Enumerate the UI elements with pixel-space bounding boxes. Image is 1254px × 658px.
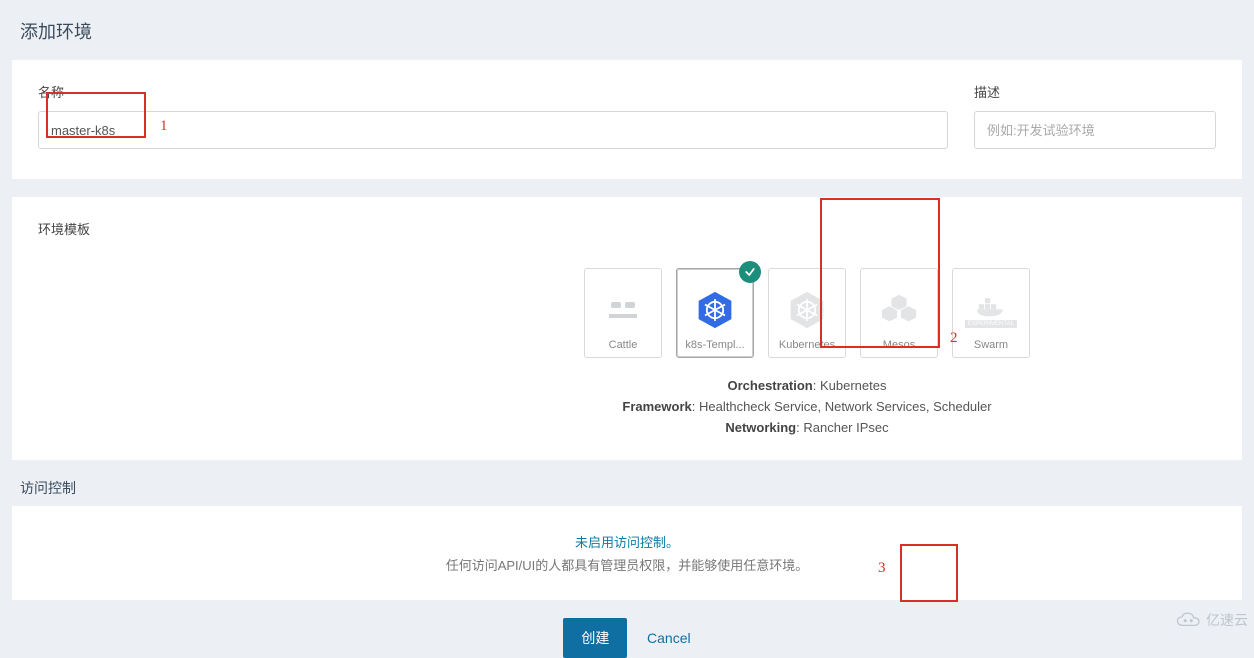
template-row: Cattle <box>398 268 1216 358</box>
template-card-kubernetes[interactable]: Kubernetes <box>768 268 846 358</box>
template-label: Swarm <box>974 339 1008 351</box>
template-card-swarm[interactable]: EXPERIMENTAL Swarm <box>952 268 1030 358</box>
access-control-link[interactable]: 未启用访问控制。 <box>38 532 1216 551</box>
orchestration-value: Kubernetes <box>820 378 887 393</box>
template-label: k8s-Templ... <box>685 339 744 351</box>
name-label: 名称 <box>38 82 948 101</box>
networking-value: Rancher IPsec <box>803 420 888 435</box>
experimental-badge: EXPERIMENTAL <box>965 320 1017 328</box>
kubernetes-icon <box>786 289 828 331</box>
access-control-title: 访问控制 <box>20 478 1234 498</box>
template-label: Cattle <box>609 339 638 351</box>
template-label: Mesos <box>883 339 915 351</box>
access-control-subtext: 任何访问API/UI的人都具有管理员权限，并能够使用任意环境。 <box>38 555 1216 574</box>
template-card-mesos[interactable]: Mesos <box>860 268 938 358</box>
mesos-icon <box>878 289 920 331</box>
page-title: 添加环境 <box>0 0 1254 60</box>
template-card-cattle[interactable]: Cattle <box>584 268 662 358</box>
orchestration-label: Orchestration <box>728 378 813 393</box>
framework-value: Healthcheck Service, Network Services, S… <box>699 399 992 414</box>
cloud-icon <box>1176 611 1202 629</box>
template-meta: Orchestration: Kubernetes Framework: Hea… <box>398 376 1216 438</box>
template-card-k8s-template[interactable]: k8s-Templ... <box>676 268 754 358</box>
swarm-icon: EXPERIMENTAL <box>970 289 1012 331</box>
kubernetes-icon <box>694 289 736 331</box>
create-button[interactable]: 创建 <box>563 618 627 658</box>
check-icon <box>739 261 761 283</box>
access-control-panel: 未启用访问控制。 任何访问API/UI的人都具有管理员权限，并能够使用任意环境。 <box>12 506 1242 600</box>
template-label: Kubernetes <box>779 339 835 351</box>
template-section-label: 环境模板 <box>38 219 1216 238</box>
framework-label: Framework <box>622 399 691 414</box>
description-input[interactable] <box>974 111 1216 149</box>
description-label: 描述 <box>974 82 1216 101</box>
networking-label: Networking <box>725 420 796 435</box>
watermark: 亿速云 <box>1176 610 1248 630</box>
cancel-button[interactable]: Cancel <box>647 630 691 646</box>
template-panel: 环境模板 Cattle <box>12 197 1242 460</box>
cattle-icon <box>602 289 644 331</box>
name-desc-panel: 名称 描述 <box>12 60 1242 179</box>
watermark-text: 亿速云 <box>1206 610 1248 630</box>
name-input[interactable] <box>38 111 948 149</box>
action-buttons: 创建 Cancel <box>0 618 1254 658</box>
